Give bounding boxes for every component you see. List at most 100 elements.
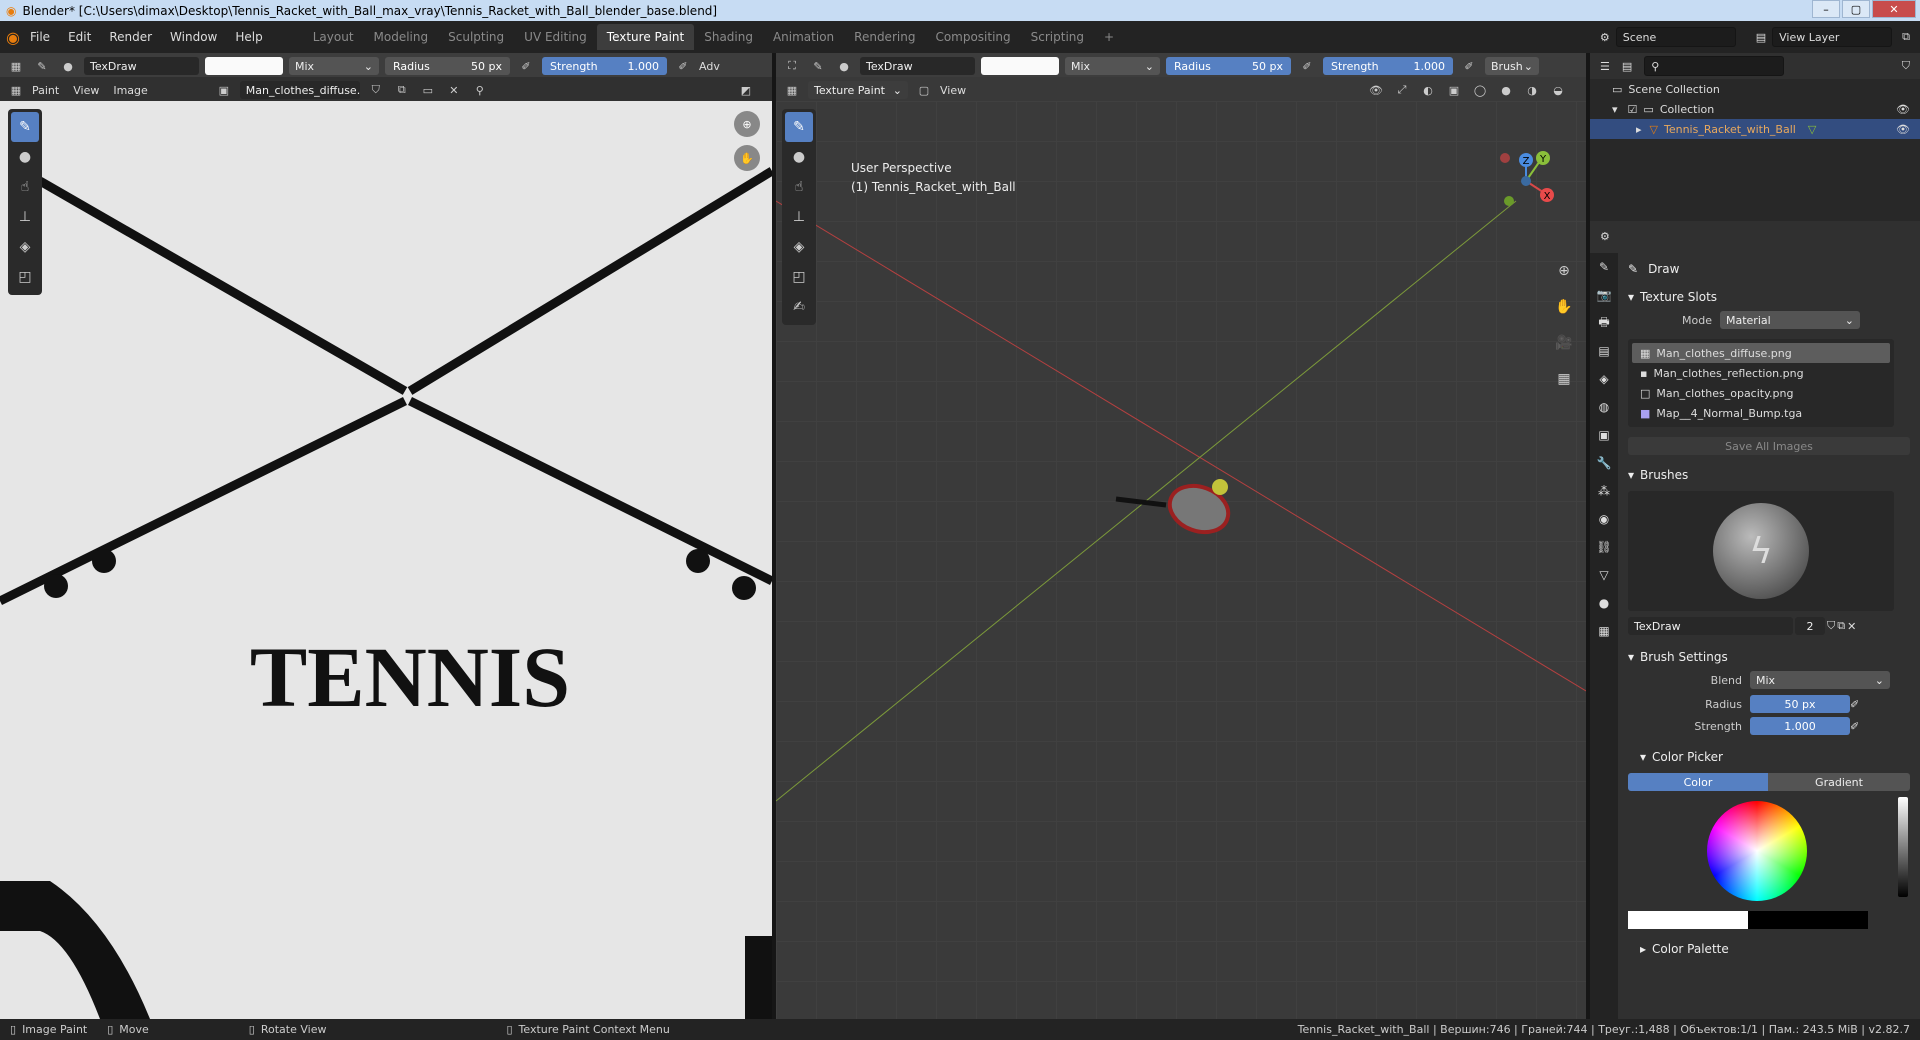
- fill-tool-icon[interactable]: ◈: [11, 232, 39, 262]
- fill-tool-icon[interactable]: ◈: [785, 232, 813, 262]
- hand-pan-icon[interactable]: ✋: [734, 145, 760, 171]
- view-menu[interactable]: View: [940, 84, 966, 97]
- blend-dropdown[interactable]: Mix ⌄: [1065, 57, 1160, 75]
- scene-selector[interactable]: Scene: [1615, 27, 1736, 47]
- tab-color[interactable]: Color: [1628, 773, 1768, 791]
- smear-tool-icon[interactable]: ☝: [785, 172, 813, 202]
- tab-texture-paint[interactable]: Texture Paint: [596, 24, 695, 50]
- outliner-scene-collection[interactable]: ▭ Scene Collection: [1590, 79, 1920, 99]
- viewport-canvas[interactable]: User Perspective (1) Tennis_Racket_with_…: [776, 101, 1586, 1019]
- brush-name-field[interactable]: TexDraw: [860, 57, 975, 75]
- fake-user-shield-icon[interactable]: ⛉: [1827, 619, 1835, 633]
- filter-icon[interactable]: ⛉: [1902, 59, 1910, 73]
- pressure-icon[interactable]: ✐: [516, 57, 536, 75]
- pressure-icon[interactable]: ✐: [1297, 57, 1317, 75]
- tab-scripting[interactable]: Scripting: [1021, 24, 1094, 50]
- annotate-tool-icon[interactable]: ✍: [785, 292, 813, 322]
- color-palette-header[interactable]: ▸ Color Palette: [1620, 937, 1918, 961]
- tab-gradient[interactable]: Gradient: [1768, 773, 1910, 791]
- fake-user-shield-icon[interactable]: ⛉: [366, 81, 386, 99]
- soften-tool-icon[interactable]: ●: [11, 142, 39, 172]
- texture-canvas[interactable]: TENNIS ✎ ● ☝ ⊥ ◈ ◰ ⊕ ✋: [0, 101, 772, 1019]
- solid-shading-icon[interactable]: ●: [1496, 81, 1516, 99]
- constraint-tab-icon[interactable]: ⛓: [1590, 533, 1618, 561]
- display-mode-icon[interactable]: ▤: [1622, 60, 1632, 73]
- brush-name-field[interactable]: TexDraw: [1628, 617, 1793, 635]
- blend-dropdown[interactable]: Mix ⌄: [289, 57, 379, 75]
- pressure-icon[interactable]: ✐: [1850, 698, 1859, 711]
- tab-rendering[interactable]: Rendering: [844, 24, 925, 50]
- clone-tool-icon[interactable]: ⊥: [11, 202, 39, 232]
- grid-perspective-icon[interactable]: ▦: [1550, 364, 1578, 394]
- pin-icon[interactable]: ⚲: [470, 81, 490, 99]
- brush-users-count[interactable]: 2: [1795, 617, 1825, 635]
- primary-color-swatch[interactable]: [1628, 911, 1748, 929]
- mode-dropdown[interactable]: Material ⌄: [1720, 311, 1860, 329]
- tab-animation[interactable]: Animation: [763, 24, 844, 50]
- menu-help[interactable]: Help: [235, 30, 262, 44]
- outliner-search-input[interactable]: ⚲: [1644, 56, 1785, 76]
- zoom-icon[interactable]: ⊕: [1550, 256, 1578, 286]
- tab-modeling[interactable]: Modeling: [364, 24, 439, 50]
- disclosure-triangle-icon[interactable]: ▸: [1636, 123, 1642, 136]
- menu-edit[interactable]: Edit: [68, 30, 91, 44]
- image-menu[interactable]: Image: [113, 84, 147, 97]
- advanced-menu[interactable]: Adv: [699, 60, 720, 73]
- new-view-layer-icon[interactable]: ⧉: [1902, 30, 1910, 44]
- close-window-button[interactable]: ✕: [1872, 0, 1916, 18]
- color-swatch[interactable]: [981, 57, 1059, 75]
- outliner-collection[interactable]: ▾ ☑ ▭ Collection 👁: [1590, 99, 1920, 119]
- duplicate-brush-icon[interactable]: ⧉: [1837, 619, 1845, 633]
- blender-menu-icon[interactable]: ◉: [6, 28, 20, 47]
- data-tab-icon[interactable]: ▽: [1590, 561, 1618, 589]
- brush-settings-header[interactable]: ▾ Brush Settings: [1620, 645, 1918, 669]
- zoom-icon[interactable]: ⊕: [734, 111, 760, 137]
- display-channels-icon[interactable]: ◩: [736, 81, 756, 99]
- strength-slider[interactable]: Strength 1.000: [1323, 57, 1453, 75]
- radius-slider[interactable]: Radius 50 px: [385, 57, 510, 75]
- tab-compositing[interactable]: Compositing: [925, 24, 1020, 50]
- tab-shading[interactable]: Shading: [694, 24, 763, 50]
- material-shading-icon[interactable]: ◑: [1522, 81, 1542, 99]
- unlink-brush-icon[interactable]: ✕: [1847, 620, 1856, 633]
- tool-tab-icon[interactable]: ✎: [1590, 253, 1618, 281]
- add-workspace-button[interactable]: +: [1094, 24, 1124, 50]
- hand-pan-icon[interactable]: ✋: [1550, 292, 1578, 322]
- editor-type-icon[interactable]: ☰: [1600, 60, 1610, 73]
- texture-tab-icon[interactable]: ▦: [1590, 617, 1618, 645]
- blend-dropdown[interactable]: Mix ⌄: [1750, 671, 1890, 689]
- color-swatch[interactable]: [205, 57, 283, 75]
- strength-pressure-icon[interactable]: ✐: [1459, 57, 1479, 75]
- brush-preview[interactable]: ϟ: [1628, 491, 1894, 611]
- soften-tool-icon[interactable]: ●: [785, 142, 813, 172]
- smear-tool-icon[interactable]: ☝: [11, 172, 39, 202]
- image-browse-icon[interactable]: ▣: [214, 81, 234, 99]
- mask-tool-icon[interactable]: ◰: [785, 262, 813, 292]
- outliner-object-row[interactable]: ▸ ▽ Tennis_Racket_with_Ball ▽ 👁: [1590, 119, 1920, 139]
- neg-x-axis-icon[interactable]: [1500, 153, 1510, 163]
- axis-gizmo[interactable]: X Y Z: [1491, 146, 1561, 216]
- list-item[interactable]: ▦ Man_clothes_diffuse.png: [1632, 343, 1890, 363]
- tab-layout[interactable]: Layout: [303, 24, 364, 50]
- minimize-button[interactable]: –: [1812, 0, 1840, 18]
- eye-icon[interactable]: 👁: [1896, 123, 1910, 136]
- editor-type-icon[interactable]: ▦: [6, 57, 26, 75]
- object-tab-icon[interactable]: ▣: [1590, 421, 1618, 449]
- tab-sculpting[interactable]: Sculpting: [438, 24, 514, 50]
- menu-file[interactable]: File: [30, 30, 50, 44]
- physics-tab-icon[interactable]: ◉: [1590, 505, 1618, 533]
- particles-tab-icon[interactable]: ⁂: [1590, 477, 1618, 505]
- strength-slider[interactable]: Strength 1.000: [542, 57, 667, 75]
- material-tab-icon[interactable]: ●: [1590, 589, 1618, 617]
- eye-visibility-icon[interactable]: 👁: [1366, 81, 1386, 99]
- modifier-tab-icon[interactable]: 🔧: [1590, 449, 1618, 477]
- editor-type-icon[interactable]: ⛶: [782, 57, 802, 75]
- radius-slider[interactable]: Radius 50 px: [1166, 57, 1291, 75]
- new-image-icon[interactable]: ⧉: [392, 81, 412, 99]
- strength-slider[interactable]: 1.000: [1750, 717, 1850, 735]
- menu-window[interactable]: Window: [170, 30, 217, 44]
- mode-dropdown[interactable]: Texture Paint ⌄: [808, 81, 908, 99]
- gizmo-icon[interactable]: ⤢: [1392, 81, 1412, 99]
- xray-icon[interactable]: ▣: [1444, 81, 1464, 99]
- value-slider[interactable]: [1898, 797, 1908, 897]
